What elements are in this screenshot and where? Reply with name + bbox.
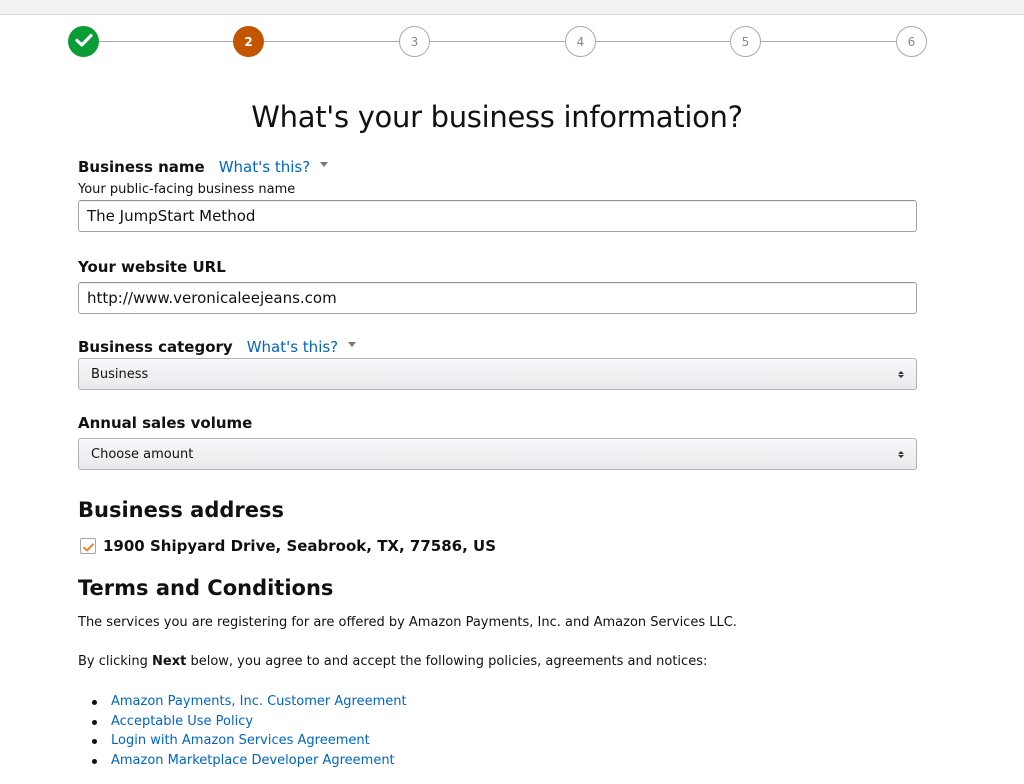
website-url-input[interactable]: http://www.veronicaleejeans.com — [78, 282, 917, 314]
address-text: 1900 Shipyard Drive, Seabrook, TX, 77586… — [103, 537, 496, 555]
annual-sales-label: Annual sales volume — [78, 414, 252, 432]
login-with-amazon-agreement-link[interactable]: Login with Amazon Services Agreement — [111, 733, 370, 748]
annual-sales-selected: Choose amount — [91, 446, 194, 462]
browser-top-bar — [0, 0, 1024, 15]
business-category-label: Business category What's this? — [78, 338, 357, 356]
business-category-select[interactable]: Business — [78, 358, 917, 390]
terms-providers-text: The services you are registering for are… — [78, 615, 737, 630]
step-connector — [99, 41, 234, 42]
annual-sales-label-text: Annual sales volume — [78, 414, 253, 432]
step-5: 5 — [730, 26, 761, 57]
business-name-input[interactable]: The JumpStart Method — [78, 200, 917, 232]
business-name-label: Business name What's this? — [78, 158, 329, 176]
annual-sales-select[interactable]: Choose amount — [78, 438, 917, 470]
list-item: Acceptable Use Policy — [92, 712, 407, 732]
business-address-option[interactable]: 1900 Shipyard Drive, Seabrook, TX, 77586… — [80, 537, 496, 555]
business-name-value: The JumpStart Method — [87, 207, 256, 225]
business-category-label-text: Business category — [78, 338, 233, 356]
step-1-complete — [68, 26, 99, 57]
website-url-label-text: Your website URL — [78, 258, 226, 276]
step-number: 3 — [410, 34, 419, 49]
business-name-sublabel: Your public-facing business name — [78, 182, 296, 197]
acceptable-use-policy-link[interactable]: Acceptable Use Policy — [111, 714, 253, 729]
check-icon — [82, 537, 94, 556]
step-connector — [761, 41, 896, 42]
step-connector — [264, 41, 399, 42]
list-item: Login with Amazon Services Agreement — [92, 731, 407, 751]
marketplace-developer-agreement-link[interactable]: Amazon Marketplace Developer Agreement — [111, 753, 395, 768]
customer-agreement-link[interactable]: Amazon Payments, Inc. Customer Agreement — [111, 694, 407, 709]
terms-next-bold: Next — [152, 654, 187, 669]
step-6: 6 — [896, 26, 927, 57]
business-name-whats-this-link[interactable]: What's this? — [219, 158, 310, 176]
business-category-whats-this-link[interactable]: What's this? — [247, 338, 338, 356]
address-checkbox[interactable] — [80, 538, 96, 554]
page-title: What's your business information? — [251, 100, 743, 134]
step-connector — [430, 41, 565, 42]
select-arrows-icon — [898, 370, 904, 378]
caret-down-icon[interactable] — [348, 341, 357, 347]
step-connector — [596, 41, 731, 42]
website-url-label: Your website URL — [78, 258, 226, 276]
step-3: 3 — [399, 26, 430, 57]
step-number: 6 — [907, 34, 916, 49]
select-arrows-icon — [898, 450, 904, 458]
terms-prefix: By clicking — [78, 654, 153, 669]
terms-agreement-text: By clicking Next below, you agree to and… — [78, 654, 707, 669]
progress-stepper: 2 3 4 5 6 — [0, 25, 1024, 58]
business-category-selected: Business — [91, 366, 149, 382]
step-2-active: 2 — [233, 26, 264, 57]
step-number: 4 — [576, 34, 585, 49]
business-address-heading: Business address — [78, 498, 284, 522]
list-item: Amazon Payments, Inc. Customer Agreement — [92, 692, 407, 712]
caret-down-icon[interactable] — [320, 161, 329, 167]
step-number: 2 — [244, 34, 253, 49]
list-item: Amazon Marketplace Developer Agreement — [92, 751, 407, 771]
policy-links-list: Amazon Payments, Inc. Customer Agreement… — [92, 692, 407, 771]
business-name-label-text: Business name — [78, 158, 205, 176]
step-number: 5 — [741, 34, 750, 49]
step-4: 4 — [565, 26, 596, 57]
check-icon — [74, 33, 93, 50]
terms-heading: Terms and Conditions — [78, 576, 334, 600]
website-url-value: http://www.veronicaleejeans.com — [87, 289, 337, 307]
terms-suffix: below, you agree to and accept the follo… — [186, 654, 708, 669]
